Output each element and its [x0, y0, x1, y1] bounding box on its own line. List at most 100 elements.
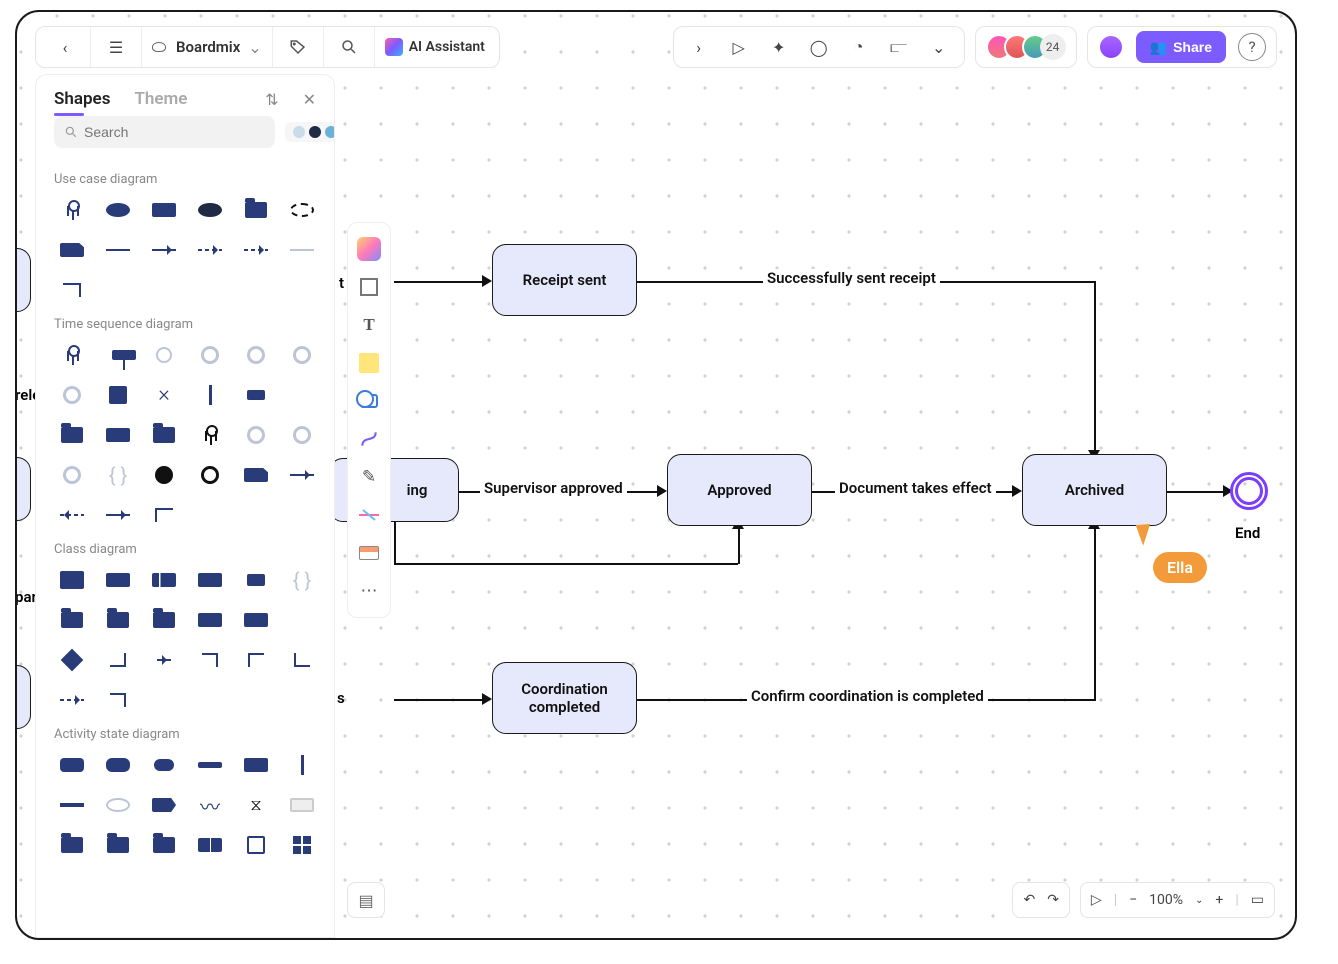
- tool-sticky[interactable]: [353, 347, 385, 379]
- chart-icon[interactable]: ⫍: [884, 32, 914, 62]
- board-title-group[interactable]: Boardmix ⌄: [142, 27, 273, 67]
- shape-split-icon[interactable]: [192, 830, 228, 860]
- shape-pkg8-icon[interactable]: [146, 830, 182, 860]
- play-icon[interactable]: ▷: [724, 32, 754, 62]
- shape-pkg5-icon[interactable]: [146, 605, 182, 635]
- tool-frame[interactable]: [353, 271, 385, 303]
- shape-elbow-icon[interactable]: [54, 275, 90, 305]
- shape-class-icon[interactable]: [54, 565, 90, 595]
- tool-pen[interactable]: ✎: [353, 461, 385, 493]
- shape-diamond-icon[interactable]: [54, 645, 90, 675]
- shape-find-icon[interactable]: [54, 380, 90, 410]
- node-approved[interactable]: Approved: [667, 454, 812, 526]
- more-icon[interactable]: ⌄: [924, 32, 954, 62]
- tool-connector[interactable]: [353, 423, 385, 455]
- back-button[interactable]: ‹: [50, 32, 80, 62]
- shape-arrowdashL-icon[interactable]: [54, 500, 90, 530]
- shape-class2-icon[interactable]: [100, 565, 136, 595]
- shape-combined-icon[interactable]: [100, 380, 136, 410]
- avatar-me[interactable]: [1098, 34, 1124, 60]
- tab-theme[interactable]: Theme: [134, 89, 187, 109]
- shape-act2-icon[interactable]: [100, 750, 136, 780]
- shape-conn4-icon[interactable]: [238, 645, 274, 675]
- shape-conn3-icon[interactable]: [192, 645, 228, 675]
- confetti-icon[interactable]: ✦: [764, 32, 794, 62]
- shape-act1-icon[interactable]: [54, 750, 90, 780]
- shape-enum-icon[interactable]: [238, 565, 274, 595]
- ai-assistant-button[interactable]: AI Assistant: [385, 38, 485, 56]
- panel-close-icon[interactable]: ✕: [303, 90, 316, 109]
- shape-note-icon[interactable]: [54, 235, 90, 265]
- shape-line-icon[interactable]: [100, 235, 136, 265]
- shape-circle2-icon[interactable]: [284, 420, 320, 450]
- node-archived[interactable]: Archived: [1022, 454, 1167, 526]
- shape-pkg3-icon[interactable]: [54, 605, 90, 635]
- shape-pkg2-icon[interactable]: [146, 420, 182, 450]
- tool-shape[interactable]: [353, 385, 385, 417]
- shape-elbowL-icon[interactable]: [146, 500, 182, 530]
- shape-usecase-icon[interactable]: [100, 195, 136, 225]
- minimap-button[interactable]: ▭: [1251, 892, 1264, 908]
- expand-icon[interactable]: ›: [684, 32, 714, 62]
- tool-template[interactable]: [353, 537, 385, 569]
- panel-settings-icon[interactable]: ⇅: [265, 90, 278, 109]
- shape-grid4-icon[interactable]: [284, 830, 320, 860]
- shape-act6-icon[interactable]: [284, 750, 320, 780]
- shape-lifeline-icon[interactable]: [54, 340, 90, 370]
- zoom-in-button[interactable]: +: [1215, 892, 1223, 908]
- tool-text[interactable]: T: [353, 309, 385, 341]
- shape-actor-icon[interactable]: [54, 195, 90, 225]
- shape-comp-icon[interactable]: [192, 565, 228, 595]
- shape-return-icon[interactable]: [284, 340, 320, 370]
- shape-conn1-icon[interactable]: [100, 645, 136, 675]
- shape-conn7-icon[interactable]: [100, 685, 136, 715]
- tag-button[interactable]: [283, 32, 313, 62]
- shape-control-icon[interactable]: [192, 340, 228, 370]
- shape-dasharrow-icon[interactable]: [192, 235, 228, 265]
- shape-conn5-icon[interactable]: [284, 645, 320, 675]
- undo-button[interactable]: ↶: [1023, 892, 1035, 908]
- node-partial[interactable]: [15, 457, 31, 521]
- shape-act3-icon[interactable]: [146, 750, 182, 780]
- shape-arrow-icon[interactable]: [146, 235, 182, 265]
- shape-assoc-icon[interactable]: [284, 235, 320, 265]
- shape-filled-circle-icon[interactable]: [146, 460, 182, 490]
- shape-note2-icon[interactable]: [238, 460, 274, 490]
- node-coordination-completed[interactable]: Coordination completed: [492, 662, 637, 734]
- shape-arrowfill-icon[interactable]: [284, 460, 320, 490]
- shape-ellipse-icon[interactable]: [192, 195, 228, 225]
- shape-card2-icon[interactable]: [238, 605, 274, 635]
- collaborators[interactable]: 24: [975, 26, 1077, 68]
- shape-act7-icon[interactable]: [54, 790, 90, 820]
- shape-conn2-icon[interactable]: [146, 645, 182, 675]
- redo-button[interactable]: ↷: [1047, 892, 1059, 908]
- menu-button[interactable]: ☰: [101, 32, 131, 62]
- zoom-out-button[interactable]: −: [1129, 892, 1137, 908]
- shape-table-icon[interactable]: [238, 830, 274, 860]
- shape-activation-icon[interactable]: [192, 380, 228, 410]
- shape-act4-icon[interactable]: [192, 750, 228, 780]
- shape-braces-icon[interactable]: { }: [100, 460, 136, 490]
- tool-mind[interactable]: [353, 499, 385, 531]
- node-end-ring[interactable]: [1230, 472, 1268, 510]
- shape-cross-icon[interactable]: ×: [146, 380, 182, 410]
- share-button[interactable]: 👥Share: [1136, 31, 1226, 63]
- cursor-mode-button[interactable]: ▷: [1091, 892, 1102, 908]
- shape-pkg7-icon[interactable]: [100, 830, 136, 860]
- tool-more[interactable]: ⋯: [353, 575, 385, 607]
- shape-boundary2-icon[interactable]: [238, 340, 274, 370]
- color-swatches[interactable]: ⌄: [285, 122, 335, 142]
- shape-arrowR-icon[interactable]: [100, 500, 136, 530]
- shape-entity-icon[interactable]: [146, 340, 182, 370]
- shape-circle-icon[interactable]: [238, 420, 274, 450]
- search-field[interactable]: [84, 124, 265, 140]
- shape-actor2-icon[interactable]: [192, 420, 228, 450]
- search-button[interactable]: [334, 32, 364, 62]
- tab-shapes[interactable]: Shapes: [54, 89, 110, 109]
- layers-button[interactable]: ▤: [347, 882, 385, 918]
- shape-msg-icon[interactable]: [238, 380, 274, 410]
- shape-braces2-icon[interactable]: { }: [284, 565, 320, 595]
- shape-pkg4-icon[interactable]: [100, 605, 136, 635]
- shape-object-icon[interactable]: [100, 340, 136, 370]
- shape-box-icon[interactable]: [284, 790, 320, 820]
